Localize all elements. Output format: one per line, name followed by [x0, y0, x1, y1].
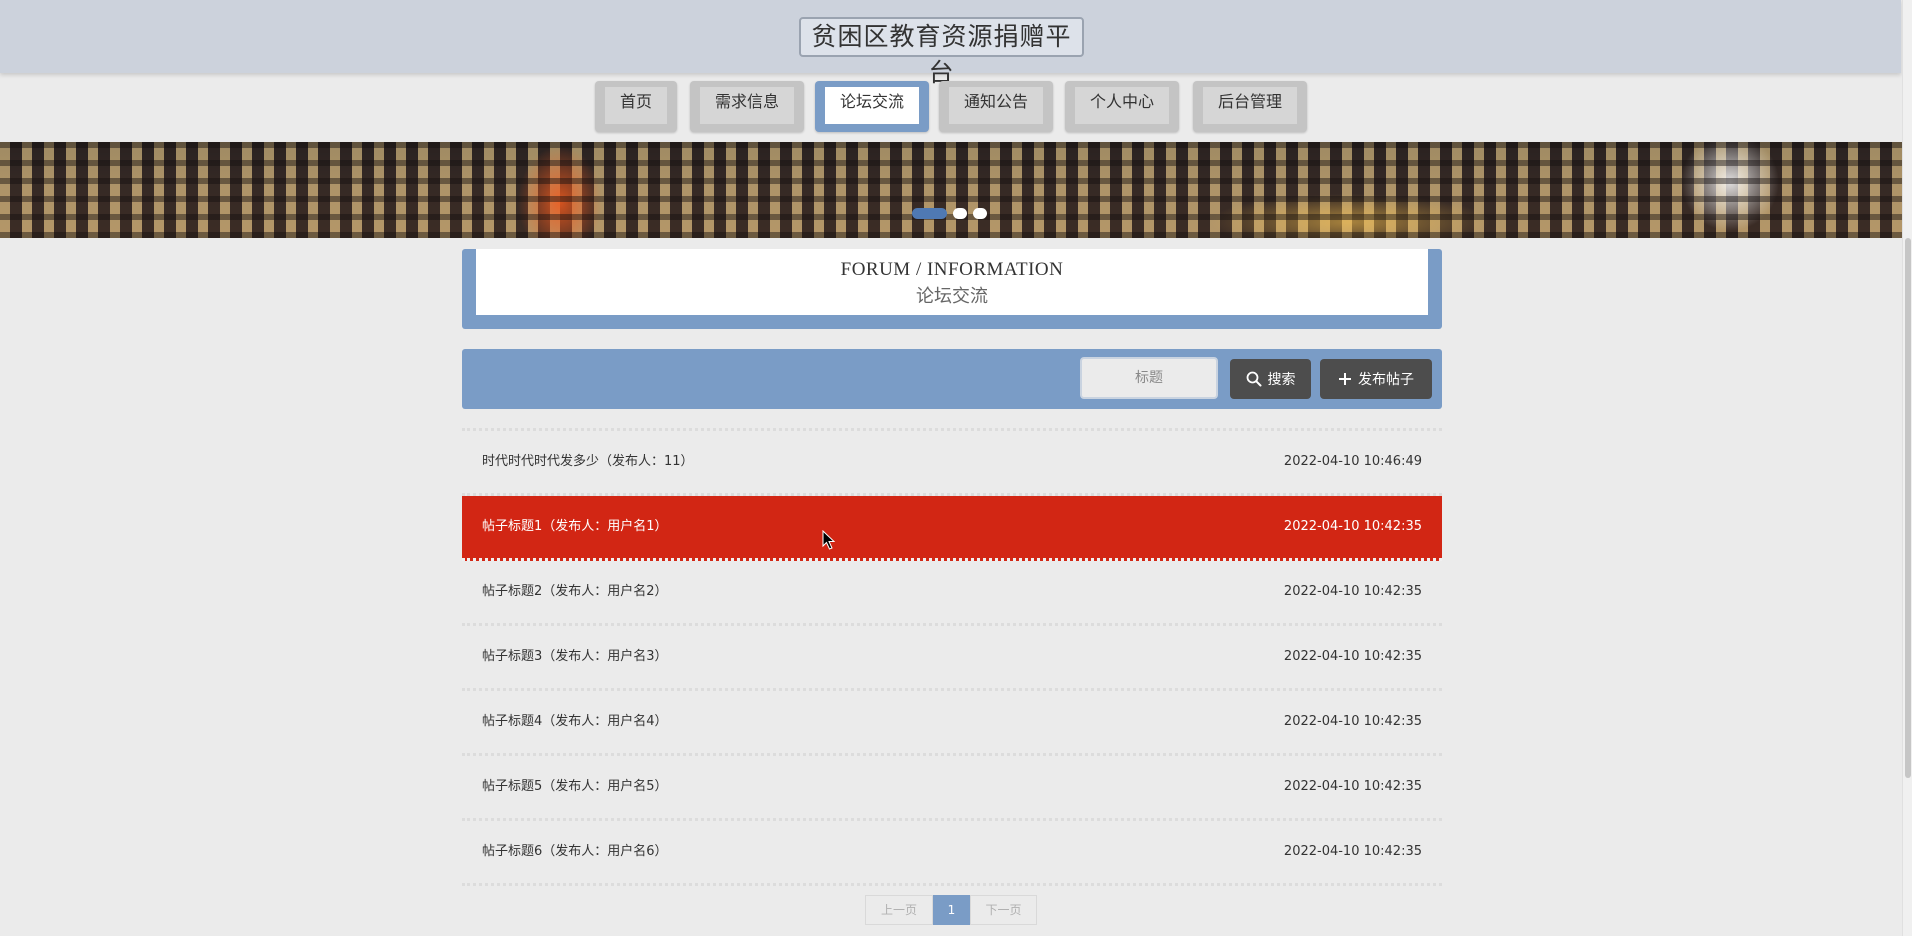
- post-time: 2022-04-10 10:42:35: [1283, 844, 1422, 859]
- post-time: 2022-04-10 10:46:49: [1283, 454, 1422, 469]
- nav-item-label: 通知公告: [949, 87, 1043, 124]
- carousel-dots: [912, 208, 987, 219]
- nav-item-label: 个人中心: [1075, 87, 1169, 124]
- pagination: 上一页 1 下一页: [865, 895, 1037, 925]
- post-row[interactable]: 帖子标题6（发布人：用户名6） 2022-04-10 10:42:35: [462, 821, 1442, 886]
- nav-item-home[interactable]: 首页: [595, 81, 677, 132]
- nav-item-label: 论坛交流: [825, 87, 919, 124]
- section-title-cn: 论坛交流: [916, 286, 988, 307]
- post-title: 帖子标题3（发布人：用户名3）: [482, 649, 668, 664]
- post-row[interactable]: 帖子标题3（发布人：用户名3） 2022-04-10 10:42:35: [462, 626, 1442, 691]
- site-header: 贫困区教育资源捐赠平台: [0, 0, 1901, 87]
- post-list: 时代时代时代发多少（发布人：11） 2022-04-10 10:46:49 帖子…: [462, 428, 1442, 886]
- post-row[interactable]: 帖子标题1（发布人：用户名1） 2022-04-10 10:42:35: [462, 496, 1442, 561]
- post-title: 帖子标题4（发布人：用户名4）: [482, 714, 668, 729]
- post-title: 时代时代时代发多少（发布人：11）: [482, 454, 694, 469]
- plus-icon: [1339, 373, 1351, 385]
- post-time: 2022-04-10 10:42:35: [1283, 584, 1422, 599]
- carousel-dot-2[interactable]: [953, 208, 967, 219]
- prev-page-button[interactable]: 上一页: [865, 895, 933, 925]
- nav-item-notices[interactable]: 通知公告: [939, 81, 1053, 132]
- page-scrollbar[interactable]: [1902, 0, 1912, 936]
- post-time: 2022-04-10 10:42:35: [1283, 519, 1422, 534]
- search-input[interactable]: [1080, 357, 1218, 399]
- post-time: 2022-04-10 10:42:35: [1283, 779, 1422, 794]
- add-post-button-label: 发布帖子: [1358, 372, 1414, 388]
- nav-item-label: 后台管理: [1203, 87, 1297, 124]
- section-title-inner: FORUM / INFORMATION 论坛交流: [476, 249, 1428, 315]
- post-row[interactable]: 帖子标题2（发布人：用户名2） 2022-04-10 10:42:35: [462, 561, 1442, 626]
- post-title: 帖子标题1（发布人：用户名1）: [482, 519, 668, 534]
- post-row[interactable]: 帖子标题4（发布人：用户名4） 2022-04-10 10:42:35: [462, 691, 1442, 756]
- search-button-label: 搜索: [1267, 372, 1296, 388]
- post-title: 帖子标题6（发布人：用户名6）: [482, 844, 668, 859]
- search-icon: [1246, 371, 1261, 387]
- add-post-button[interactable]: 发布帖子: [1320, 359, 1432, 399]
- main-nav: 首页 需求信息 论坛交流 通知公告 个人中心 后台管理: [0, 81, 1901, 133]
- carousel-dot-1[interactable]: [912, 208, 947, 219]
- scrollbar-thumb[interactable]: [1905, 238, 1911, 778]
- carousel-dot-3[interactable]: [973, 208, 987, 219]
- banner-carousel: [0, 142, 1902, 238]
- mouse-cursor-icon: [822, 530, 836, 550]
- section-title-box: FORUM / INFORMATION 论坛交流: [462, 249, 1442, 329]
- post-row[interactable]: 帖子标题5（发布人：用户名5） 2022-04-10 10:42:35: [462, 756, 1442, 821]
- post-title: 帖子标题2（发布人：用户名2）: [482, 584, 668, 599]
- next-page-button[interactable]: 下一页: [970, 895, 1037, 925]
- nav-item-admin[interactable]: 后台管理: [1193, 81, 1307, 132]
- nav-item-label: 需求信息: [700, 87, 794, 124]
- post-time: 2022-04-10 10:42:35: [1283, 649, 1422, 664]
- post-row[interactable]: 时代时代时代发多少（发布人：11） 2022-04-10 10:46:49: [462, 431, 1442, 496]
- post-title: 帖子标题5（发布人：用户名5）: [482, 779, 668, 794]
- page-number-current[interactable]: 1: [933, 895, 970, 925]
- nav-item-needs[interactable]: 需求信息: [690, 81, 804, 132]
- site-title: 贫困区教育资源捐赠平台: [799, 17, 1084, 87]
- section-title-en: FORUM / INFORMATION: [840, 259, 1064, 280]
- post-time: 2022-04-10 10:42:35: [1283, 714, 1422, 729]
- nav-item-profile[interactable]: 个人中心: [1065, 81, 1179, 132]
- forum-toolbar: 搜索 发布帖子: [462, 349, 1442, 409]
- search-button[interactable]: 搜索: [1230, 359, 1311, 399]
- nav-item-label: 首页: [605, 87, 667, 124]
- nav-item-forum[interactable]: 论坛交流: [815, 81, 929, 132]
